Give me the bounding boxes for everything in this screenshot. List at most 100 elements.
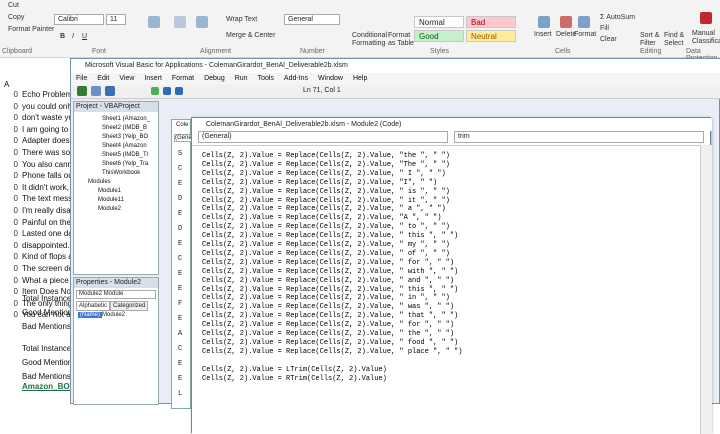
code-line[interactable]: Cells(Z, 2).Value = Replace(Cells(Z, 2).…	[202, 205, 446, 213]
row-value[interactable]: 0	[0, 241, 18, 250]
copy-button[interactable]: Copy	[8, 14, 24, 21]
merge-center-button[interactable]: Merge & Center	[226, 32, 275, 39]
autosum-button[interactable]: Σ AutoSum	[600, 14, 635, 21]
italic-button[interactable]: I	[72, 33, 74, 40]
format-cells-icon[interactable]	[578, 16, 590, 28]
tree-item[interactable]: Module2	[98, 206, 121, 212]
format-cells-button[interactable]: Format	[574, 31, 596, 38]
summary-label[interactable]: Good Mentions	[22, 308, 70, 317]
row-value[interactable]: 0	[0, 229, 18, 238]
align-icon[interactable]	[148, 16, 160, 28]
format-painter-button[interactable]: Format Painter	[8, 26, 54, 33]
object-combo[interactable]: (General)	[198, 131, 448, 143]
code-line[interactable]: Cells(Z, 2).Value = Replace(Cells(Z, 2).…	[202, 259, 454, 267]
row-value[interactable]: 0	[0, 194, 18, 203]
code-line[interactable]: Cells(Z, 2).Value = Replace(Cells(Z, 2).…	[202, 321, 454, 329]
row-value[interactable]: 0	[0, 113, 18, 122]
summary-label[interactable]: Total Instances	[22, 294, 70, 303]
save-icon[interactable]	[105, 86, 115, 96]
row-text[interactable]: Kind of flops a	[22, 252, 70, 261]
code-line[interactable]: Cells(Z, 2).Value = Replace(Cells(Z, 2).…	[202, 339, 458, 347]
row-value[interactable]: 0	[0, 148, 18, 157]
insert-cells-icon[interactable]	[538, 16, 550, 28]
row-text[interactable]: don't waste you	[22, 113, 70, 122]
menu-item-file[interactable]: File	[71, 73, 92, 84]
code-line[interactable]: Cells(Z, 2).Value = Replace(Cells(Z, 2).…	[202, 303, 454, 311]
row-text[interactable]: Echo Problem...	[22, 90, 70, 99]
menu-item-edit[interactable]: Edit	[92, 73, 114, 84]
menu-item-debug[interactable]: Debug	[199, 73, 230, 84]
style-good[interactable]: Good	[414, 30, 464, 42]
font-name-select[interactable]: Calibri	[54, 14, 104, 25]
row-text[interactable]: Phone falls out	[22, 171, 70, 180]
row-text[interactable]: It didn't work, p	[22, 183, 70, 192]
row-value[interactable]: 0	[0, 102, 18, 111]
code-line[interactable]: Cells(Z, 2).Value = Replace(Cells(Z, 2).…	[202, 197, 450, 205]
row-text[interactable]: I'm really disap	[22, 206, 70, 215]
row-text[interactable]: disappointed.	[22, 241, 70, 250]
row-value[interactable]: 0	[0, 183, 18, 192]
menu-item-help[interactable]: Help	[348, 73, 372, 84]
code-line[interactable]: Cells(Z, 2).Value = Replace(Cells(Z, 2).…	[202, 348, 462, 356]
row-text[interactable]: You also cann	[22, 160, 70, 169]
find-select-button[interactable]: Find & Select	[664, 32, 688, 48]
row-text[interactable]: What a piece o	[22, 276, 70, 285]
code-line[interactable]: Cells(Z, 2).Value = Replace(Cells(Z, 2).…	[202, 214, 441, 222]
row-value[interactable]: 0	[0, 160, 18, 169]
tree-item[interactable]: ThisWorkbook	[102, 170, 140, 176]
row-value[interactable]: 0	[0, 136, 18, 145]
tree-item[interactable]: Module11	[98, 197, 124, 203]
sheet-tab-amazon-bow[interactable]: Amazon_BOW	[22, 382, 77, 391]
reset-icon[interactable]	[175, 87, 183, 95]
menu-item-format[interactable]: Format	[167, 73, 199, 84]
code-line[interactable]: Cells(Z, 2).Value = Replace(Cells(Z, 2).…	[202, 286, 458, 294]
property-name-value[interactable]: Module2	[102, 312, 125, 318]
procedure-combo[interactable]: trim	[454, 131, 704, 143]
code-line[interactable]: Cells(Z, 2).Value = Replace(Cells(Z, 2).…	[202, 277, 454, 285]
code-line[interactable]: Cells(Z, 2).Value = Replace(Cells(Z, 2).…	[202, 250, 450, 258]
tree-item[interactable]: Module1	[98, 188, 121, 194]
row-value[interactable]: 0	[0, 125, 18, 134]
row-text[interactable]: Adapter does n	[22, 136, 70, 145]
fill-button[interactable]: Fill	[600, 25, 609, 32]
property-name-key[interactable]: (Name)	[78, 312, 103, 318]
orientation-icon[interactable]	[174, 16, 186, 28]
font-size-select[interactable]: 11	[106, 14, 126, 25]
summary-label[interactable]: Total Instances	[22, 344, 70, 353]
tree-item[interactable]: Sheet3 (Yelp_BO	[102, 134, 148, 140]
code-line[interactable]: Cells(Z, 2).Value = Replace(Cells(Z, 2).…	[202, 312, 458, 320]
menu-item-view[interactable]: View	[114, 73, 139, 84]
tab-alphabetic[interactable]: Alphabetic	[76, 301, 111, 311]
code-window[interactable]: ColemanGirardot_BenAl_Deliverable2b.xlsm…	[191, 117, 712, 434]
code-line[interactable]: Cells(Z, 2).Value = Replace(Cells(Z, 2).…	[202, 152, 450, 160]
clear-button[interactable]: Clear	[600, 36, 617, 43]
code-line[interactable]: Cells(Z, 2).Value = RTrim(Cells(Z, 2).Va…	[202, 375, 387, 383]
row-text[interactable]: Painful on the e	[22, 218, 70, 227]
project-explorer[interactable]: Project - VBAProject Sheet1 (Amazon_ Shee…	[73, 101, 159, 275]
code-line[interactable]: Cells(Z, 2).Value = Replace(Cells(Z, 2).…	[202, 330, 454, 338]
insert-cells-button[interactable]: Insert	[534, 31, 552, 38]
row-value[interactable]: 0	[0, 171, 18, 180]
indent-icon[interactable]	[196, 16, 208, 28]
tree-item[interactable]: Sheet1 (Amazon_	[102, 116, 150, 122]
tree-item[interactable]: Sheet5 (IMDB_Tr	[102, 152, 148, 158]
row-value[interactable]: 0	[0, 218, 18, 227]
code-line[interactable]: Cells(Z, 2).Value = Replace(Cells(Z, 2).…	[202, 179, 437, 187]
row-value[interactable]: 0	[0, 206, 18, 215]
menu-item-window[interactable]: Window	[313, 73, 348, 84]
properties-object-select[interactable]: Module2 Module	[76, 290, 156, 299]
code-editor[interactable]: Cells(Z, 2).Value = Replace(Cells(Z, 2).…	[192, 145, 700, 434]
code-line[interactable]: Cells(Z, 2).Value = Replace(Cells(Z, 2).…	[202, 294, 450, 302]
tab-categorized[interactable]: Categorized	[110, 301, 149, 311]
menu-item-insert[interactable]: Insert	[139, 73, 167, 84]
insert-module-icon[interactable]	[91, 86, 101, 96]
manual-classification-button[interactable]: Manual Classification	[692, 30, 720, 46]
properties-panel[interactable]: Properties - Module2 Module2 Module Alph…	[73, 277, 159, 405]
code-line[interactable]: Cells(Z, 2).Value = Replace(Cells(Z, 2).…	[202, 268, 458, 276]
code-line[interactable]: Cells(Z, 2).Value = Replace(Cells(Z, 2).…	[202, 188, 450, 196]
menu-item-tools[interactable]: Tools	[253, 73, 279, 84]
style-bad[interactable]: Bad	[466, 16, 516, 28]
code-line[interactable]: Cells(Z, 2).Value = Replace(Cells(Z, 2).…	[202, 241, 450, 249]
code-line[interactable]: Cells(Z, 2).Value = Replace(Cells(Z, 2).…	[202, 223, 450, 231]
row-text[interactable]: There was so m	[22, 148, 70, 157]
